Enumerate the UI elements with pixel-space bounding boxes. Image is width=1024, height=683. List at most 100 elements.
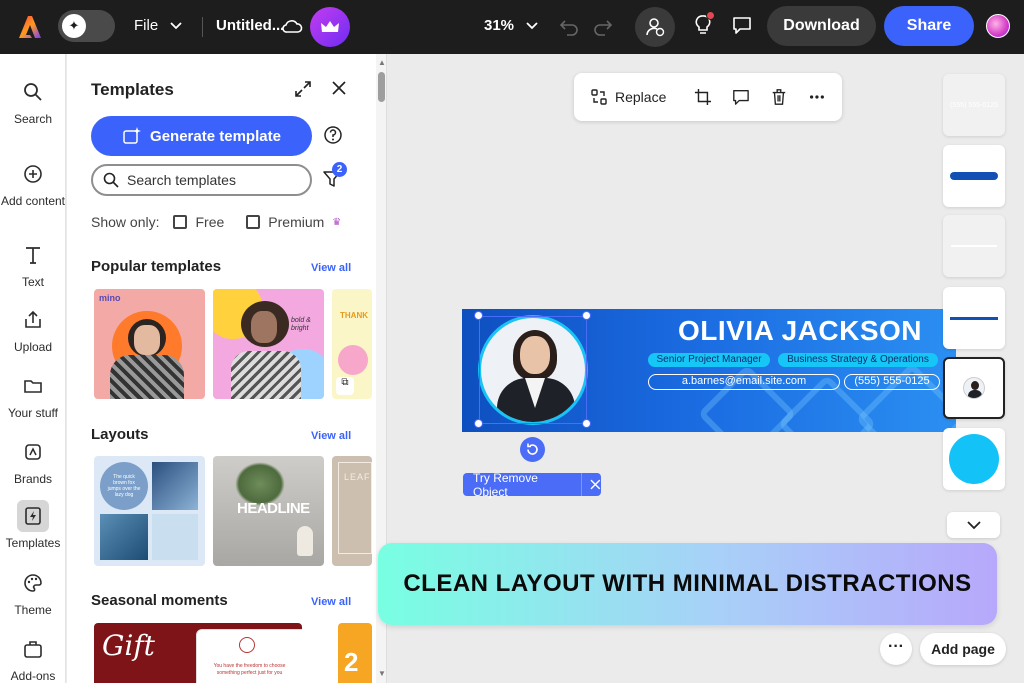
- avatar[interactable]: [986, 14, 1010, 38]
- chevron-down-icon: [170, 21, 182, 29]
- trash-icon[interactable]: [770, 87, 788, 107]
- comment-icon[interactable]: [732, 87, 750, 107]
- banner-phone[interactable]: (555) 555-0125: [844, 374, 940, 390]
- banner-dept-pill[interactable]: Business Strategy & Operations: [778, 353, 938, 367]
- thumb-person: [110, 355, 184, 399]
- rail-item-your-stuff[interactable]: Your stuff: [0, 370, 66, 420]
- template-thumb[interactable]: mino: [94, 289, 205, 399]
- view-all-popular-link[interactable]: View all: [311, 262, 351, 274]
- brand-icon: [17, 436, 49, 468]
- thumb-shape: [239, 637, 255, 653]
- banner-email[interactable]: a.barnes@email.site.com: [648, 374, 840, 390]
- document-title[interactable]: Untitled...: [216, 17, 284, 34]
- selection-toolbar: Replace: [574, 73, 842, 121]
- layer-shape: [951, 245, 997, 247]
- rail-item-brands[interactable]: Brands: [0, 436, 66, 486]
- thumb-person: [134, 325, 160, 355]
- scroll-thumb[interactable]: [378, 72, 385, 102]
- layer-thumb[interactable]: [943, 145, 1005, 207]
- free-checkbox[interactable]: [173, 215, 188, 229]
- strip-scroll-down-button[interactable]: [947, 512, 1000, 538]
- generate-ai-icon: [123, 127, 142, 144]
- left-rail: Search Add content Text Upload Your stuf…: [0, 54, 66, 683]
- download-button[interactable]: Download: [767, 6, 876, 46]
- scroll-down-icon[interactable]: ▼: [378, 669, 386, 678]
- template-thumb[interactable]: HEADLINE: [213, 456, 324, 566]
- free-label: Free: [195, 214, 225, 230]
- comment-icon[interactable]: [731, 14, 753, 36]
- divider: [202, 17, 203, 37]
- close-icon[interactable]: [590, 479, 601, 490]
- undo-icon[interactable]: [558, 15, 580, 37]
- view-all-seasonal-link[interactable]: View all: [311, 596, 351, 608]
- generate-template-button[interactable]: Generate template: [91, 116, 312, 156]
- layer-shape: [949, 434, 999, 484]
- top-bar: ✦ File Untitled... 31% Download Share: [0, 0, 1024, 54]
- template-thumb[interactable]: LEAF: [332, 456, 372, 566]
- thumb-person: [251, 311, 277, 343]
- template-thumb[interactable]: 2: [338, 623, 372, 683]
- thumb-text: THANK: [340, 311, 368, 320]
- share-button[interactable]: Share: [884, 6, 974, 46]
- rail-item-theme[interactable]: Theme: [0, 567, 66, 617]
- rail-label: Add-ons: [10, 669, 56, 683]
- page-more-options-button[interactable]: ···: [880, 633, 912, 665]
- help-icon[interactable]: [323, 125, 343, 145]
- resize-handle[interactable]: [582, 311, 591, 320]
- thumb-text: You have the freedom to choose something…: [213, 663, 286, 676]
- rotate-button[interactable]: [520, 437, 545, 462]
- layer-thumb[interactable]: [943, 287, 1005, 349]
- rotate-icon: [527, 443, 538, 455]
- invite-collaborators-button[interactable]: [635, 7, 675, 47]
- template-thumb[interactable]: Gift You have the freedom to choose some…: [94, 623, 302, 683]
- file-menu[interactable]: File: [134, 17, 182, 34]
- thumb-text: 2: [344, 647, 359, 677]
- add-page-button[interactable]: Add page: [920, 633, 1006, 665]
- premium-checkbox[interactable]: [246, 215, 261, 229]
- search-templates-input[interactable]: Search templates: [91, 164, 312, 196]
- rail-item-add-content[interactable]: Add content: [0, 158, 66, 209]
- layer-thumb-selected[interactable]: [943, 357, 1005, 419]
- rail-item-text[interactable]: Text: [0, 239, 66, 289]
- sparkle-icon: ✦: [62, 14, 86, 38]
- rail-label: Brands: [13, 472, 53, 486]
- close-icon[interactable]: [330, 79, 348, 97]
- rail-label: Text: [21, 275, 44, 289]
- rail-item-upload[interactable]: Upload: [0, 304, 66, 354]
- person-add-icon: [646, 18, 665, 37]
- thumb-text: bold & bright: [291, 317, 311, 332]
- zoom-control[interactable]: 31%: [484, 17, 538, 34]
- rail-item-add-ons[interactable]: Add-ons: [0, 633, 66, 683]
- resize-handle[interactable]: [474, 419, 483, 428]
- rail-item-search[interactable]: Search: [0, 76, 66, 126]
- crop-icon[interactable]: [694, 87, 712, 107]
- more-options-icon[interactable]: [808, 87, 826, 107]
- cloud-icon[interactable]: [281, 15, 303, 37]
- banner-role-pill[interactable]: Senior Project Manager: [648, 353, 770, 367]
- quick-actions-toggle[interactable]: ✦: [58, 10, 115, 42]
- replace-button[interactable]: Replace: [590, 88, 666, 106]
- addons-icon: [17, 633, 49, 665]
- template-thumb[interactable]: THANK ⧉: [332, 289, 372, 399]
- templates-panel: Templates Generate template Search templ…: [67, 54, 387, 683]
- resize-handle[interactable]: [582, 419, 591, 428]
- app-logo-icon[interactable]: [16, 13, 44, 41]
- view-all-layouts-link[interactable]: View all: [311, 430, 351, 442]
- try-remove-object-button[interactable]: Try Remove Object: [463, 471, 601, 499]
- layer-thumb[interactable]: [943, 428, 1005, 490]
- premium-button[interactable]: [310, 7, 350, 47]
- thumb-person: [231, 351, 301, 399]
- scroll-up-icon[interactable]: ▲: [378, 58, 386, 67]
- layer-thumb[interactable]: [943, 215, 1005, 277]
- notification-dot: [706, 11, 715, 20]
- rail-item-templates[interactable]: Templates: [0, 500, 66, 550]
- banner-name[interactable]: OLIVIA JACKSON: [678, 315, 922, 347]
- redo-icon[interactable]: [592, 15, 614, 37]
- resize-handle[interactable]: [474, 311, 483, 320]
- thumb-text: The quick brown fox jumps over the lazy …: [107, 474, 141, 498]
- layer-thumb[interactable]: (555) 555-0125: [943, 74, 1005, 136]
- template-thumb[interactable]: bold & bright: [213, 289, 324, 399]
- expand-icon[interactable]: [293, 79, 313, 99]
- template-thumb[interactable]: The quick brown fox jumps over the lazy …: [94, 456, 205, 566]
- chevron-down-icon: [526, 21, 538, 29]
